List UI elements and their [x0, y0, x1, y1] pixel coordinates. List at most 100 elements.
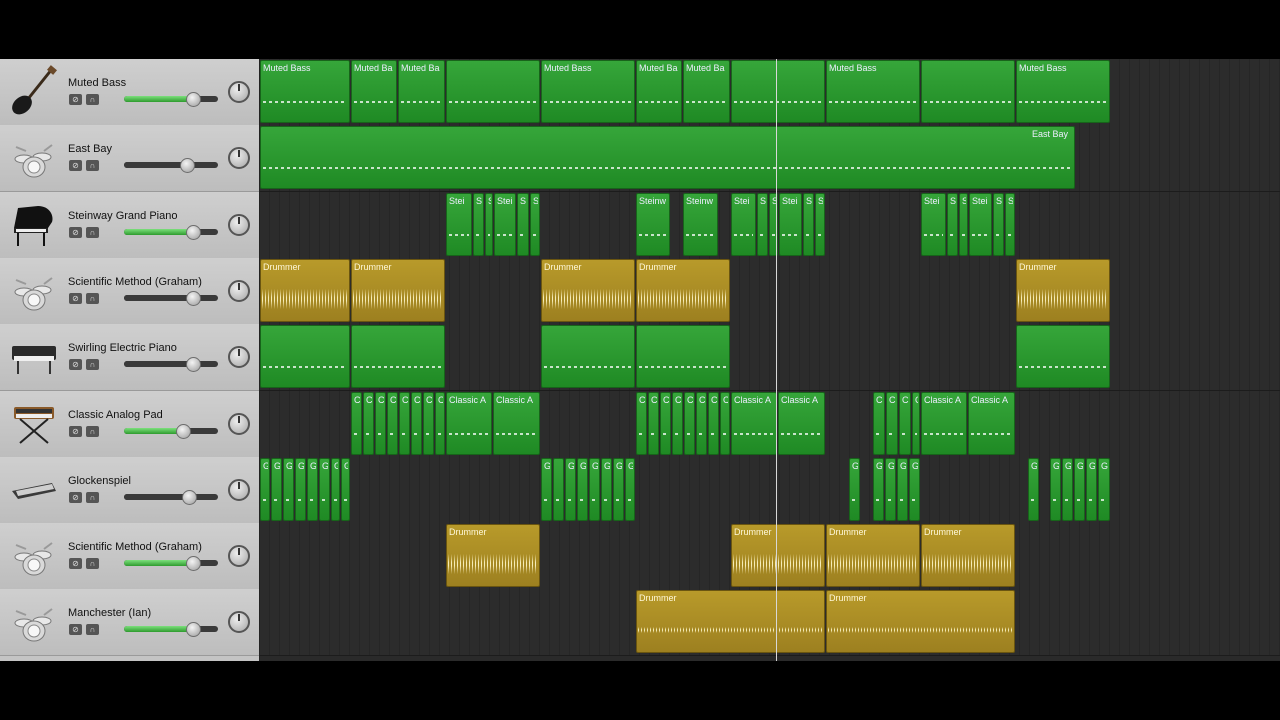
drummer-region[interactable]: Drummer	[921, 524, 1015, 588]
volume-slider-thumb[interactable]	[185, 556, 201, 572]
midi-region[interactable]	[260, 325, 350, 389]
midi-region[interactable]	[636, 325, 730, 389]
midi-region[interactable]: Classic A	[731, 391, 777, 455]
midi-region[interactable]	[446, 60, 540, 123]
midi-region[interactable]: C	[648, 391, 659, 455]
midi-region[interactable]: Muted Bass	[541, 60, 635, 123]
midi-region[interactable]: C	[435, 391, 445, 455]
mute-button[interactable]: ⊘	[69, 94, 82, 105]
track-header[interactable]: Classic Analog Pad ⊘ ∩	[0, 390, 259, 458]
headphones-solo-button[interactable]: ∩	[86, 226, 99, 238]
volume-slider[interactable]	[124, 423, 218, 439]
volume-slider[interactable]	[124, 489, 218, 505]
midi-region[interactable]: C	[708, 391, 719, 455]
midi-region[interactable]: G	[849, 457, 860, 521]
midi-region[interactable]: G	[577, 457, 588, 521]
midi-region[interactable]	[541, 325, 635, 389]
midi-region[interactable]: G	[909, 457, 920, 521]
volume-slider[interactable]	[124, 224, 218, 240]
headphones-solo-button[interactable]: ∩	[86, 94, 99, 105]
drummer-region[interactable]: Drummer	[351, 258, 445, 322]
midi-region[interactable]: Muted Ba	[351, 60, 397, 123]
midi-region[interactable]: G	[541, 457, 552, 521]
drummer-region[interactable]: Drummer	[636, 258, 730, 322]
mute-button[interactable]: ⊘	[69, 160, 82, 172]
midi-region[interactable]: G	[589, 457, 600, 521]
midi-region[interactable]: G	[565, 457, 576, 521]
midi-region[interactable]: C	[636, 391, 647, 455]
drummer-region[interactable]: Drummer	[260, 258, 350, 322]
pan-knob[interactable]	[228, 545, 250, 568]
midi-region[interactable]: G	[1086, 457, 1097, 521]
track-header[interactable]: Glockenspiel ⊘ ∩	[0, 456, 259, 524]
midi-region[interactable]: Stei	[779, 192, 802, 256]
volume-slider-thumb[interactable]	[185, 357, 201, 373]
track-header[interactable]: Scientific Method (Graham) ⊘ ∩	[0, 257, 259, 325]
midi-region[interactable]: G	[331, 457, 340, 521]
midi-region[interactable]: Muted Bass	[826, 60, 920, 123]
midi-region[interactable]: C	[660, 391, 671, 455]
volume-slider[interactable]	[124, 622, 218, 638]
midi-region[interactable]: S	[947, 192, 958, 256]
midi-region[interactable]: G	[283, 457, 294, 521]
track-header[interactable]: Scientific Method (Graham) ⊘ ∩	[0, 523, 259, 591]
track-lane[interactable]: Muted Bass Muted Ba Muted Ba Muted Bass Mute…	[260, 59, 1280, 126]
track-header[interactable]: East Bay ⊘ ∩	[0, 125, 259, 193]
mute-button[interactable]: ⊘	[69, 226, 82, 238]
midi-region[interactable]: Muted Ba	[398, 60, 445, 123]
midi-region[interactable]	[1016, 325, 1110, 389]
midi-region[interactable]: G	[1050, 457, 1061, 521]
drummer-region[interactable]: Drummer	[826, 590, 1015, 654]
mute-button[interactable]: ⊘	[69, 292, 82, 304]
drummer-region[interactable]: Drummer	[1016, 258, 1110, 322]
midi-region[interactable]: Stei	[731, 192, 756, 256]
headphones-solo-button[interactable]: ∩	[86, 160, 99, 172]
track-header[interactable]: Manchester (Ian) ⊘ ∩	[0, 589, 259, 657]
midi-region[interactable]: Muted Bass	[260, 60, 350, 123]
midi-region[interactable]: Stei	[921, 192, 946, 256]
midi-region[interactable]: C	[912, 391, 920, 455]
volume-slider[interactable]	[124, 556, 218, 572]
midi-region[interactable]: S	[757, 192, 768, 256]
midi-region[interactable]: G	[873, 457, 884, 521]
midi-region[interactable]: G	[307, 457, 318, 521]
midi-region[interactable]: S	[815, 192, 825, 256]
pan-knob[interactable]	[228, 147, 250, 170]
midi-region[interactable]	[553, 457, 564, 521]
midi-region[interactable]: Steinw	[636, 192, 670, 256]
mute-button[interactable]: ⊘	[69, 624, 82, 636]
midi-region[interactable]: S	[485, 192, 493, 256]
midi-region[interactable]: G	[1098, 457, 1110, 521]
midi-region[interactable]: S	[1005, 192, 1015, 256]
midi-region[interactable]: Classic A	[446, 391, 492, 455]
volume-slider-thumb[interactable]	[185, 92, 201, 107]
midi-region[interactable]: Stei	[969, 192, 992, 256]
midi-region[interactable]: G	[1074, 457, 1085, 521]
volume-slider-thumb[interactable]	[181, 489, 197, 505]
mute-button[interactable]: ⊘	[69, 359, 82, 371]
midi-region[interactable]	[921, 60, 1015, 123]
drummer-region[interactable]: Drummer	[731, 524, 825, 588]
midi-region[interactable]: Classic A	[968, 391, 1015, 455]
midi-region[interactable]: S	[517, 192, 529, 256]
midi-region[interactable]: Stei	[446, 192, 472, 256]
midi-region[interactable]: C	[684, 391, 695, 455]
volume-slider-thumb[interactable]	[185, 224, 201, 240]
midi-region[interactable]: C	[672, 391, 683, 455]
midi-region[interactable]: C	[899, 391, 911, 455]
midi-region[interactable]: C	[873, 391, 885, 455]
midi-region[interactable]: S	[993, 192, 1004, 256]
midi-region[interactable]: G	[613, 457, 624, 521]
pan-knob[interactable]	[228, 279, 250, 302]
mute-button[interactable]: ⊘	[69, 491, 82, 503]
midi-region[interactable]: G	[1028, 457, 1039, 521]
midi-region[interactable]: C	[399, 391, 410, 455]
pan-knob[interactable]	[228, 81, 250, 103]
midi-region[interactable]: G	[1062, 457, 1073, 521]
pan-knob[interactable]	[228, 478, 250, 501]
midi-region[interactable]: C	[411, 391, 422, 455]
midi-region[interactable]: East Bay	[260, 126, 1075, 190]
midi-region[interactable]: C	[387, 391, 398, 455]
track-lane[interactable]: GGGGGGGGGGGGGGGGGGGGGGGGGG	[260, 456, 1280, 524]
midi-region[interactable]: G	[271, 457, 282, 521]
